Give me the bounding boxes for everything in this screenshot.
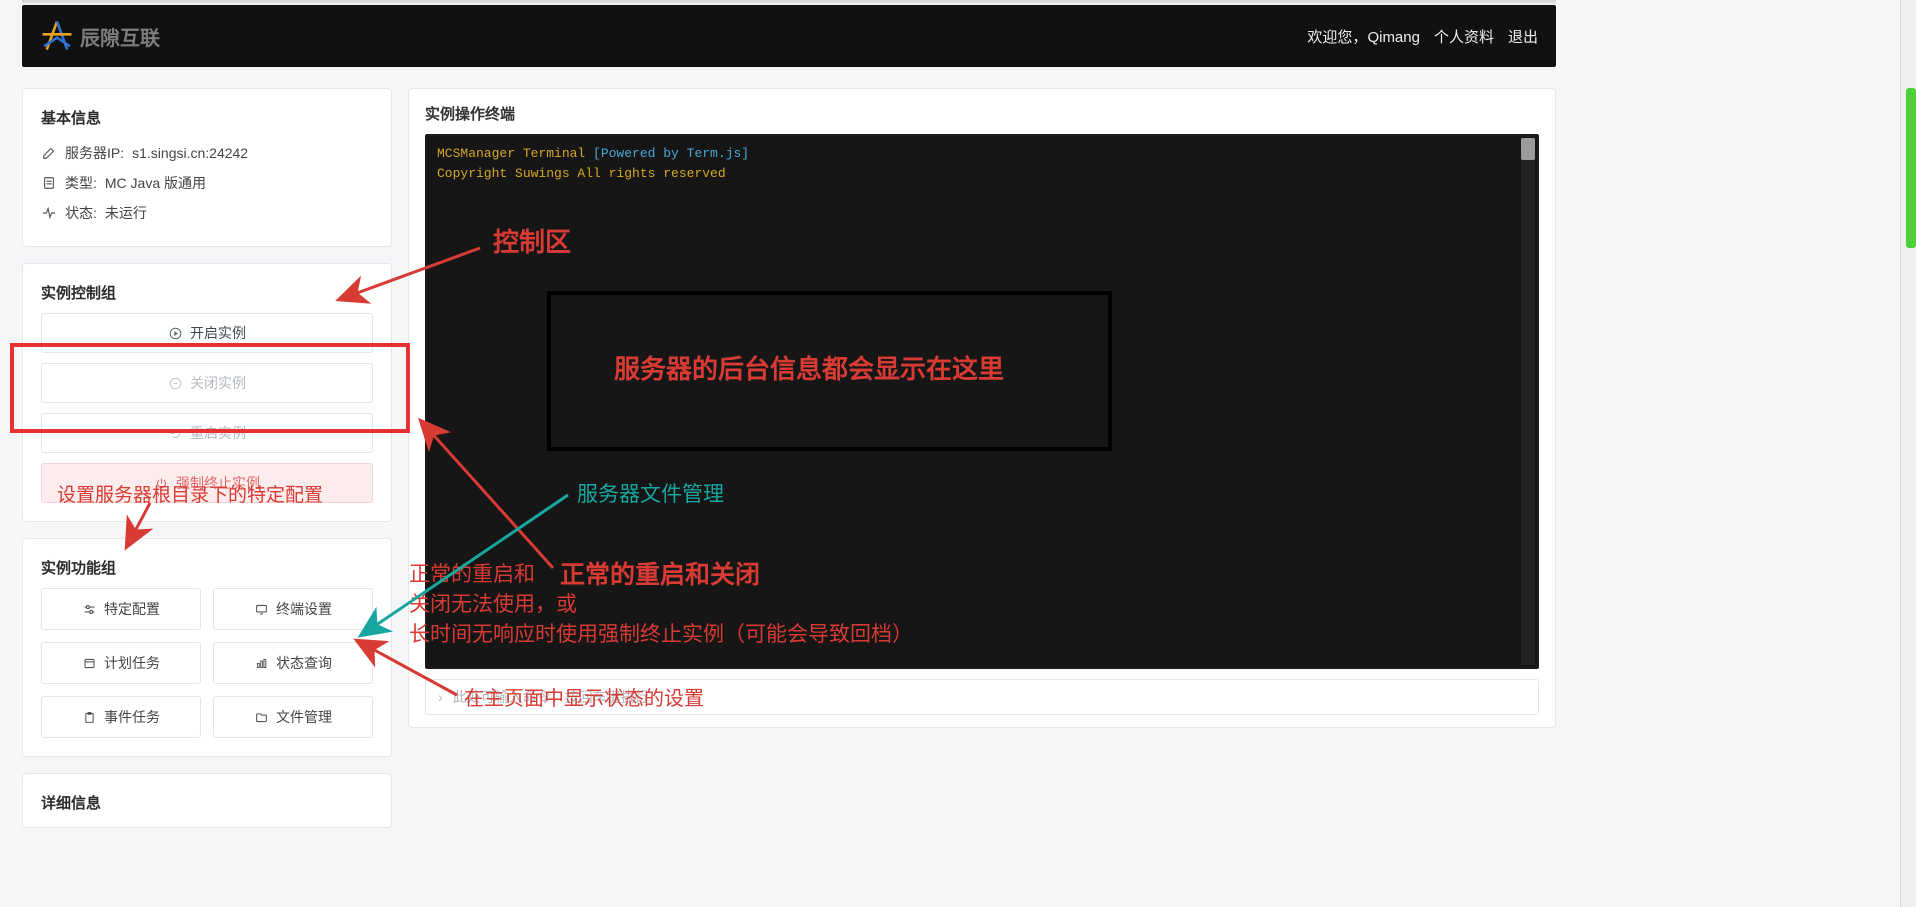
edit-icon bbox=[41, 145, 57, 161]
content: 基本信息 服务器IP: s1.singsi.cn:24242 类型: MC Ja… bbox=[22, 88, 1556, 828]
control-group-card: 实例控制组 开启实例 关闭实例 bbox=[22, 263, 392, 522]
schedule-task-button[interactable]: 计划任务 bbox=[41, 642, 201, 684]
browser-scrollbar-marker bbox=[1906, 88, 1916, 248]
terminal-line: MCSManager Terminal [Powered by Term.js] bbox=[437, 144, 1527, 164]
function-group-card: 实例功能组 特定配置 终端设置 bbox=[22, 538, 392, 757]
welcome-text: 欢迎您，Qimang bbox=[1307, 26, 1420, 47]
terminal-card: 实例操作终端 MCSManager Terminal [Powered by T… bbox=[408, 88, 1556, 728]
refresh-icon bbox=[168, 426, 182, 440]
detail-info-card: 详细信息 bbox=[22, 773, 392, 828]
event-task-button[interactable]: 事件任务 bbox=[41, 696, 201, 738]
power-icon bbox=[154, 476, 168, 490]
command-input[interactable] bbox=[453, 689, 1526, 705]
sliders-icon bbox=[82, 602, 96, 616]
profile-link[interactable]: 个人资料 bbox=[1434, 26, 1494, 47]
command-input-wrap[interactable]: › bbox=[425, 679, 1539, 715]
calendar-icon bbox=[82, 656, 96, 670]
terminal-line: Copyright Suwings All rights reserved bbox=[437, 164, 1527, 184]
type-value: MC Java 版通用 bbox=[105, 173, 206, 193]
terminal-scrollbar-track[interactable] bbox=[1521, 138, 1535, 665]
brand-text: 辰隙互联 bbox=[80, 22, 160, 51]
control-group-title: 实例控制组 bbox=[41, 282, 373, 303]
specific-config-button[interactable]: 特定配置 bbox=[41, 588, 201, 630]
topbar: 辰隙互联 欢迎您，Qimang 个人资料 退出 bbox=[22, 5, 1556, 67]
star-logo-icon bbox=[40, 19, 74, 53]
server-ip-row: 服务器IP: s1.singsi.cn:24242 bbox=[41, 138, 373, 168]
status-row: 状态: 未运行 bbox=[41, 198, 373, 228]
function-group-title: 实例功能组 bbox=[41, 557, 373, 578]
file-manager-button[interactable]: 文件管理 bbox=[213, 696, 373, 738]
stop-circle-icon bbox=[168, 376, 182, 390]
start-instance-button[interactable]: 开启实例 bbox=[41, 313, 373, 353]
type-row: 类型: MC Java 版通用 bbox=[41, 168, 373, 198]
basic-info-title: 基本信息 bbox=[41, 107, 373, 128]
monitor-icon bbox=[254, 602, 268, 616]
clipboard-icon bbox=[82, 710, 96, 724]
terminal-settings-button[interactable]: 终端设置 bbox=[213, 588, 373, 630]
activity-icon bbox=[41, 205, 57, 221]
status-query-button[interactable]: 状态查询 bbox=[213, 642, 373, 684]
status-value: 未运行 bbox=[105, 203, 147, 223]
terminal-title: 实例操作终端 bbox=[425, 103, 1539, 124]
play-circle-icon bbox=[168, 326, 182, 340]
stop-instance-button[interactable]: 关闭实例 bbox=[41, 363, 373, 403]
topbar-right: 欢迎您，Qimang 个人资料 退出 bbox=[1307, 26, 1538, 47]
basic-info-card: 基本信息 服务器IP: s1.singsi.cn:24242 类型: MC Ja… bbox=[22, 88, 392, 247]
document-icon bbox=[41, 175, 57, 191]
restart-instance-button[interactable]: 重启实例 bbox=[41, 413, 373, 453]
logout-link[interactable]: 退出 bbox=[1508, 26, 1538, 47]
brand: 辰隙互联 bbox=[40, 19, 160, 53]
chart-icon bbox=[254, 656, 268, 670]
terminal-output[interactable]: MCSManager Terminal [Powered by Term.js]… bbox=[425, 134, 1539, 669]
left-column: 基本信息 服务器IP: s1.singsi.cn:24242 类型: MC Ja… bbox=[22, 88, 392, 828]
server-ip-value: s1.singsi.cn:24242 bbox=[132, 145, 248, 161]
right-column: 实例操作终端 MCSManager Terminal [Powered by T… bbox=[408, 88, 1556, 828]
detail-info-title: 详细信息 bbox=[41, 792, 373, 813]
prompt-icon: › bbox=[438, 689, 443, 705]
folder-icon bbox=[254, 710, 268, 724]
kill-instance-button[interactable]: 强制终止实例 bbox=[41, 463, 373, 503]
terminal-scrollbar-thumb[interactable] bbox=[1521, 138, 1535, 160]
